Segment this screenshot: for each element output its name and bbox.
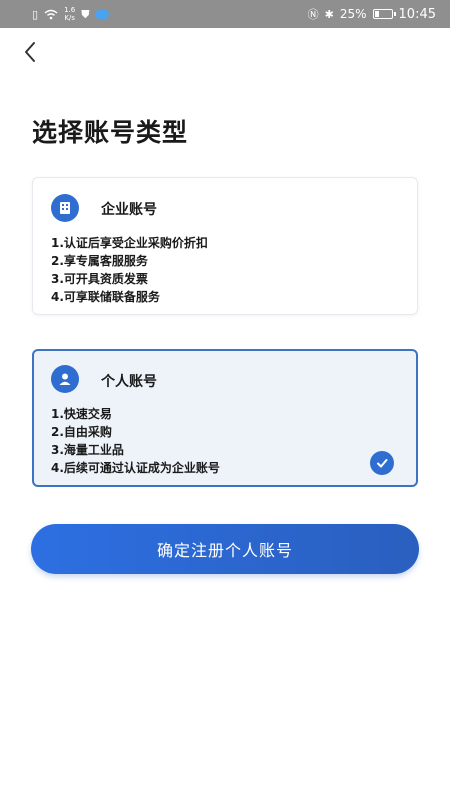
wifi-icon (44, 9, 58, 19)
clock: 10:45 (398, 6, 436, 22)
battery-icon (372, 9, 396, 19)
back-button[interactable] (18, 40, 42, 64)
status-bar: ▯ 1.6 K/s ⛊ Ⓝ ✱ 25% 10:45 (0, 0, 450, 28)
feature-item: 4.后续可通过认证成为企业账号 (51, 461, 220, 475)
status-bar-right: Ⓝ ✱ 25% 10:45 (308, 7, 436, 22)
feature-item: 1.快速交易 (51, 407, 112, 421)
feature-item: 3.可开具资质发票 (51, 272, 148, 286)
network-speed-unit: K/s (64, 14, 75, 22)
selected-check-icon (370, 451, 394, 475)
feature-item: 3.海量工业品 (51, 443, 124, 457)
battery-percent: 25% (339, 7, 367, 21)
feature-item: 1.认证后享受企业采购价折扣 (51, 236, 208, 250)
feature-item: 4.可享联储联备服务 (51, 290, 160, 304)
enterprise-account-card[interactable]: 企业账号 1.认证后享受企业采购价折扣 2.享专属客服服务 3.可开具资质发票 … (32, 177, 418, 315)
bluetooth-icon: ✱ (324, 7, 334, 21)
page-title: 选择账号类型 (32, 118, 189, 147)
network-speed-value: 1.6 (64, 6, 76, 14)
personal-feature-list: 1.快速交易 2.自由采购 3.海量工业品 4.后续可通过认证成为企业账号 (51, 405, 220, 477)
nfc-icon: Ⓝ (307, 7, 319, 21)
building-icon (51, 194, 79, 222)
shield-icon: ⛊ (81, 7, 90, 21)
sim-card-icon: ▯ (32, 7, 39, 21)
cloud-icon (95, 9, 110, 19)
status-bar-left: ▯ 1.6 K/s ⛊ (32, 6, 110, 22)
feature-item: 2.享专属客服服务 (51, 254, 148, 268)
confirm-register-button[interactable]: 确定注册个人账号 (31, 524, 419, 574)
enterprise-account-title: 企业账号 (101, 202, 157, 218)
personal-account-card[interactable]: 个人账号 1.快速交易 2.自由采购 3.海量工业品 4.后续可通过认证成为企业… (32, 349, 418, 487)
network-speed: 1.6 K/s (64, 6, 75, 22)
feature-item: 2.自由采购 (51, 425, 112, 439)
user-icon (51, 365, 79, 393)
back-arrow-icon (25, 42, 35, 62)
personal-account-title: 个人账号 (101, 374, 157, 390)
enterprise-feature-list: 1.认证后享受企业采购价折扣 2.享专属客服服务 3.可开具资质发票 4.可享联… (51, 234, 208, 306)
